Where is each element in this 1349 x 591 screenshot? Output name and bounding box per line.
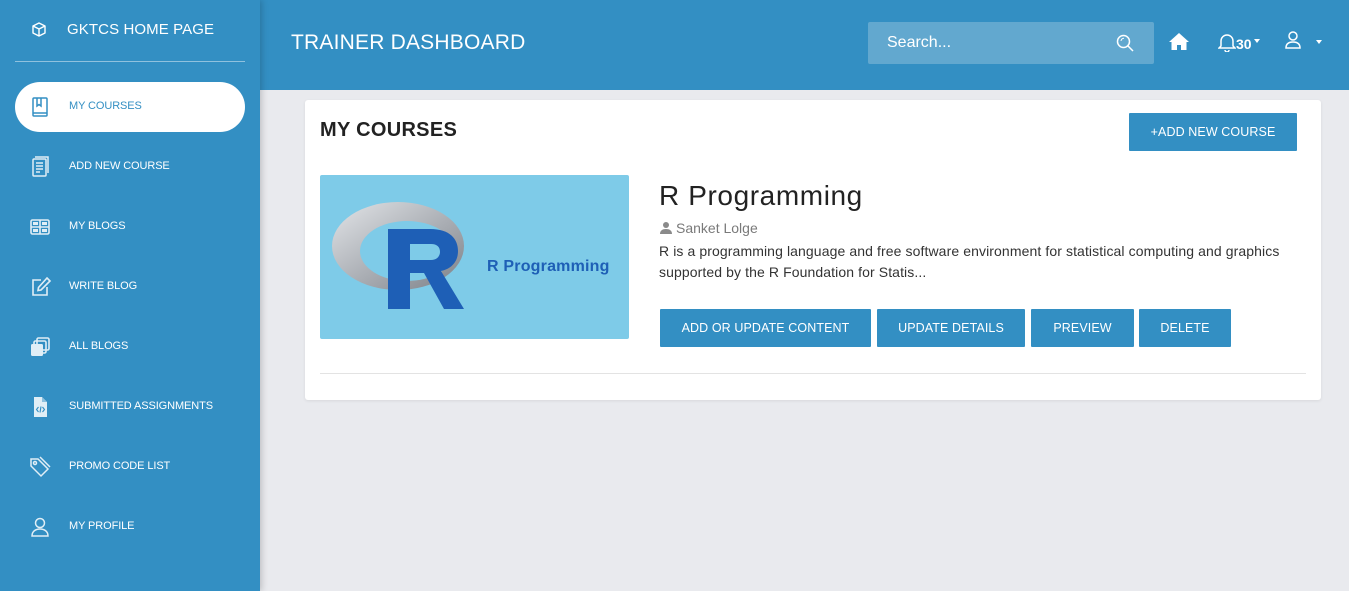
- top-header: TRAINER DASHBOARD Search... 30: [260, 0, 1349, 90]
- search-input[interactable]: Search...: [887, 34, 951, 52]
- book-icon: [28, 95, 52, 119]
- course-title[interactable]: R Programming: [659, 180, 863, 212]
- sidebar-item-label: MY BLOGS: [69, 220, 126, 232]
- author-name: Sanket Lolge: [676, 220, 758, 236]
- add-new-course-button[interactable]: +ADD NEW COURSE: [1129, 113, 1297, 151]
- search-box[interactable]: Search...: [868, 22, 1154, 64]
- chevron-down-icon: [1316, 40, 1322, 44]
- copy-icon: [28, 335, 52, 359]
- sidebar-item-write-blog[interactable]: WRITE BLOG: [15, 262, 245, 312]
- sidebar: GKTCS HOME PAGE MY COURSES ADD NEW COURS…: [0, 0, 260, 591]
- sidebar-item-label: ADD NEW COURSE: [69, 160, 170, 172]
- grid-icon: [28, 215, 52, 239]
- notifications-button[interactable]: 30: [1218, 30, 1260, 56]
- brand-label: GKTCS HOME PAGE: [67, 21, 215, 38]
- sidebar-item-add-new-course[interactable]: ADD NEW COURSE: [15, 142, 245, 192]
- sidebar-item-label: WRITE BLOG: [69, 280, 138, 292]
- sidebar-item-my-blogs[interactable]: MY BLOGS: [15, 202, 245, 252]
- courses-card: MY COURSES +ADD NEW COURSE R Programming…: [305, 100, 1321, 400]
- user-icon: [1285, 31, 1301, 49]
- course-thumbnail[interactable]: R Programming: [320, 175, 629, 339]
- divider: [320, 373, 1306, 374]
- user-icon: [660, 222, 672, 234]
- sidebar-item-label: MY PROFILE: [69, 520, 135, 532]
- sidebar-item-label: PROMO CODE LIST: [69, 460, 171, 472]
- sidebar-item-my-courses[interactable]: MY COURSES: [15, 82, 245, 132]
- tag-icon: [28, 455, 52, 479]
- document-icon: [28, 155, 52, 179]
- user-menu-button[interactable]: [1284, 30, 1324, 56]
- thumbnail-title: R Programming: [487, 258, 610, 275]
- sidebar-item-promo-code-list[interactable]: PROMO CODE LIST: [15, 442, 245, 492]
- sidebar-item-label: SUBMITTED ASSIGNMENTS: [69, 400, 213, 412]
- search-icon[interactable]: [1115, 33, 1135, 53]
- user-icon: [28, 515, 52, 539]
- section-title: MY COURSES: [320, 119, 458, 141]
- add-or-update-content-button[interactable]: ADD OR UPDATE CONTENT: [660, 309, 871, 347]
- code-file-icon: [28, 395, 52, 419]
- update-details-button[interactable]: UPDATE DETAILS: [877, 309, 1025, 347]
- notification-count: 30: [1236, 36, 1252, 52]
- sidebar-item-label: ALL BLOGS: [69, 340, 129, 352]
- brand-link[interactable]: GKTCS HOME PAGE: [0, 0, 260, 62]
- edit-icon: [28, 275, 52, 299]
- brand-divider: [15, 61, 245, 62]
- delete-button[interactable]: DELETE: [1139, 309, 1231, 347]
- cube-icon: [30, 21, 48, 39]
- chevron-down-icon: [1254, 39, 1260, 43]
- sidebar-item-my-profile[interactable]: MY PROFILE: [15, 502, 245, 552]
- sidebar-item-all-blogs[interactable]: ALL BLOGS: [15, 322, 245, 372]
- preview-button[interactable]: PREVIEW: [1031, 309, 1134, 347]
- page-title: TRAINER DASHBOARD: [291, 31, 526, 54]
- course-description: R is a programming language and free sof…: [659, 243, 1280, 280]
- bell-icon: [1218, 34, 1236, 52]
- sidebar-item-submitted-assignments[interactable]: SUBMITTED ASSIGNMENTS: [15, 382, 245, 432]
- r-logo-icon: [332, 202, 464, 309]
- sidebar-item-label: MY COURSES: [69, 100, 142, 112]
- home-icon[interactable]: [1168, 31, 1190, 53]
